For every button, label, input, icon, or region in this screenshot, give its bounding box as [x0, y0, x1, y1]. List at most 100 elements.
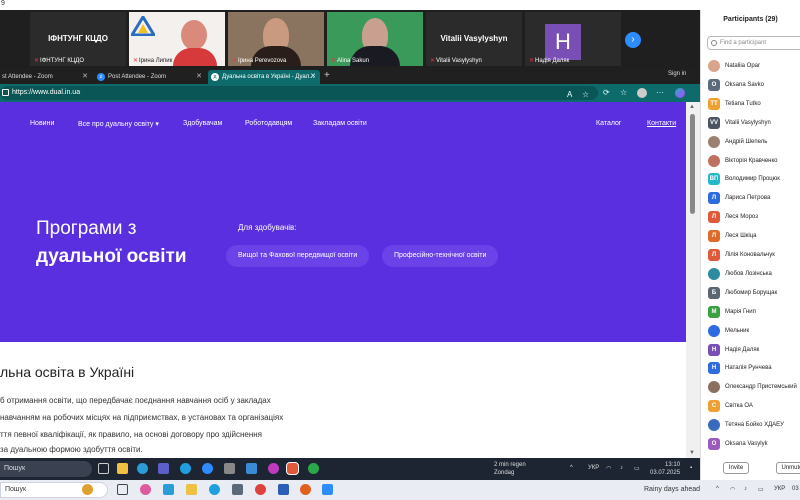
unmute-all-button[interactable]: Unmute [776, 462, 800, 474]
chrome-icon[interactable] [255, 484, 266, 495]
higher-education-button[interactable]: Вищої та Фахової передвищої освіти [226, 245, 370, 267]
task-view-icon[interactable] [117, 484, 128, 495]
task-view-icon[interactable] [98, 463, 109, 474]
find-participant-input[interactable]: Find a participant [707, 36, 800, 50]
close-icon[interactable]: ✕ [82, 70, 88, 84]
participant-row[interactable]: VV Vitalii Vasylyshyn [708, 114, 800, 132]
participant-row[interactable]: Мельник [708, 322, 800, 340]
participant-row[interactable]: Л Леся Шкіца [708, 227, 800, 245]
favorite-star-icon[interactable]: ☆ [582, 90, 589, 100]
battery-icon[interactable]: ▭ [758, 486, 764, 493]
video-tile-vasylyshyn[interactable]: Vitalii Vasylyshyn ✕Vitalii Vasylyshyn [426, 12, 522, 66]
video-tile-sakun[interactable]: ✕Alina Sakun [327, 12, 423, 66]
tray-chevron-icon[interactable]: ^ [570, 465, 573, 471]
hero-title-line2: дуальної освіти [36, 246, 187, 267]
outlook-icon[interactable] [163, 484, 174, 495]
more-options-icon[interactable]: ··· [656, 88, 664, 98]
nav-about-dual-education[interactable]: Все про дуальну освіту ▾ [78, 120, 159, 128]
new-tab-icon[interactable]: + [324, 68, 330, 84]
invite-button[interactable]: Invite [723, 462, 749, 474]
favorites-icon[interactable]: ☆ [620, 88, 627, 98]
participant-row[interactable]: ВП Володимир Процюк [708, 170, 800, 188]
whatsapp-icon[interactable] [308, 463, 319, 474]
video-tile-perevozova[interactable]: ✕Ірина Perevozova [228, 12, 324, 66]
profile-avatar[interactable] [637, 88, 647, 98]
participant-row[interactable]: O Oksana Savko [708, 76, 800, 94]
file-explorer-icon[interactable] [186, 484, 197, 495]
refresh-icon[interactable]: ⟳ [603, 88, 610, 98]
url-field[interactable]: https://www.dual.in.ua A ☆ [0, 86, 598, 100]
close-icon[interactable]: ✕ [310, 70, 316, 84]
app-icon[interactable] [300, 484, 311, 495]
active-app-icon[interactable] [286, 462, 299, 475]
participant-row[interactable]: Олександр Пристемський [708, 378, 800, 396]
taskbar-clock[interactable]: 13:10 03.07.2025 [650, 461, 680, 477]
volume-icon[interactable]: ♪ [620, 465, 623, 471]
participant-row[interactable]: TT Tetiana Tutko [708, 95, 800, 113]
nav-employers[interactable]: Роботодавцям [245, 120, 292, 127]
participant-name: Леся Мороз [725, 214, 758, 221]
participant-row[interactable]: O Oksana Vasylyk [708, 435, 800, 453]
zoom-app-icon[interactable] [322, 484, 333, 495]
edge-icon[interactable] [137, 463, 148, 474]
taskbar-clock[interactable]: 03 [792, 486, 799, 492]
scrollbar-thumb[interactable] [690, 114, 695, 214]
participant-row[interactable]: Nataliia Opar [708, 57, 800, 75]
tab-attendee-1[interactable]: st Attendee - Zoom ✕ [0, 70, 92, 84]
participant-row[interactable]: Н Наталія Рунчева [708, 359, 800, 377]
copilot-sparkle-icon[interactable] [82, 484, 93, 495]
zoom-app-icon[interactable] [202, 463, 213, 474]
volume-icon[interactable]: ♪ [744, 486, 747, 492]
tray-chevron-icon[interactable]: ^ [716, 486, 719, 492]
word-icon[interactable] [278, 484, 289, 495]
participant-row[interactable]: Андрій Шепель [708, 133, 800, 151]
tab-attendee-2[interactable]: z Post Attendee - Zoom ✕ [94, 70, 206, 84]
notification-icon[interactable]: ▪ [690, 465, 692, 471]
weather-widget[interactable]: 2 min regen Zondag [494, 461, 526, 477]
edge-icon[interactable] [209, 484, 220, 495]
page-scrollbar[interactable]: ▲ ▼ [686, 102, 700, 458]
calculator-icon[interactable] [224, 463, 235, 474]
participant-row[interactable]: Тетяна Бойко ХДАЕУ [708, 416, 800, 434]
wifi-icon[interactable]: ◠ [730, 486, 735, 493]
sign-in-button[interactable]: Sign in [668, 71, 686, 77]
viber-icon[interactable] [268, 463, 279, 474]
close-icon[interactable]: ✕ [196, 70, 202, 84]
copilot-icon[interactable] [140, 484, 151, 495]
video-tile-lypyk[interactable]: ✕Ірина Липик [129, 12, 225, 66]
store-icon[interactable] [232, 484, 243, 495]
taskbar-search[interactable]: Пошук [0, 461, 92, 477]
file-explorer-icon[interactable] [117, 463, 128, 474]
copilot-icon[interactable] [675, 88, 685, 98]
edge-browser-icon[interactable] [180, 463, 191, 474]
nav-catalog[interactable]: Каталог [596, 120, 621, 127]
participant-row[interactable]: М Марія Гнип [708, 303, 800, 321]
teams-icon[interactable] [158, 463, 169, 474]
video-tile-ifntung[interactable]: ІФНТУНГ КЦДО ✕ІФНТУНГ КЦДО [30, 12, 126, 66]
participant-row[interactable]: Б Любомир Борущак [708, 284, 800, 302]
participant-row[interactable]: Вікторія Кравченко [708, 152, 800, 170]
participant-row[interactable]: Любов Лозінська [708, 265, 800, 283]
wifi-icon[interactable]: ◠ [606, 465, 611, 472]
weather-widget[interactable]: Rainy days ahead [644, 486, 700, 493]
battery-icon[interactable]: ▭ [634, 465, 640, 472]
nav-news[interactable]: Новини [30, 120, 54, 127]
scroll-up-icon[interactable]: ▲ [689, 104, 695, 110]
nav-institutions[interactable]: Закладам освіти [313, 120, 367, 127]
participant-row[interactable]: С Світка ОА [708, 397, 800, 415]
participant-row[interactable]: Л Лілія Коновальчук [708, 246, 800, 264]
chevron-right-icon[interactable]: › [625, 32, 641, 48]
nav-students[interactable]: Здобувачам [183, 120, 222, 127]
scroll-down-icon[interactable]: ▼ [689, 450, 695, 456]
participant-row[interactable]: Н Надія Даляк [708, 341, 800, 359]
read-aloud-icon[interactable]: A [567, 90, 572, 100]
vocational-education-button[interactable]: Професійно-технічної освіти [382, 245, 499, 267]
language-indicator[interactable]: УКР [588, 465, 599, 471]
participant-row[interactable]: Л Леся Мороз [708, 208, 800, 226]
participant-row[interactable]: Л Лариса Петрова [708, 189, 800, 207]
video-tile-dalyak[interactable]: H ✕Надія Даляк [525, 12, 621, 66]
tab-dual-education[interactable]: д Дуальна освіта в Україні - Дуал... ✕ [208, 70, 320, 84]
store-icon[interactable] [246, 463, 257, 474]
nav-contacts[interactable]: Контакти [647, 120, 676, 127]
language-indicator[interactable]: УКР [774, 486, 785, 492]
